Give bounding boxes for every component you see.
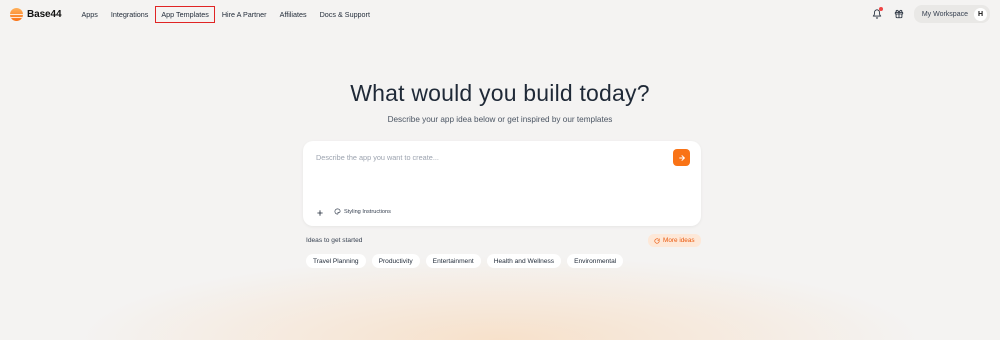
more-ideas-button[interactable]: More ideas: [648, 234, 701, 247]
page-title: What would you build today?: [350, 80, 650, 106]
arrow-right-icon: [678, 154, 685, 161]
prompt-box: Styling Instructions: [303, 141, 701, 226]
refresh-icon: [654, 237, 660, 244]
gift-icon: [894, 9, 903, 19]
chip-environmental[interactable]: Environmental: [567, 254, 624, 268]
nav-link-app-templates[interactable]: App Templates: [155, 5, 215, 23]
logo-icon: [10, 7, 23, 21]
nav-link-docs-support[interactable]: Docs & Support: [314, 6, 376, 23]
nav-link-hire-a-partner[interactable]: Hire A Partner: [216, 6, 273, 23]
palette-icon: [334, 208, 341, 215]
add-attachment-button[interactable]: [315, 208, 325, 218]
logo[interactable]: Base44: [10, 7, 62, 21]
nav-link-integrations[interactable]: Integrations: [105, 6, 155, 23]
styling-instructions-button[interactable]: Styling Instructions: [334, 208, 391, 215]
workspace-label: My Workspace: [921, 10, 968, 18]
chip-productivity[interactable]: Productivity: [371, 254, 420, 268]
notification-dot: [878, 7, 883, 11]
nav-right: My Workspace H: [870, 5, 990, 23]
background-glow: [0, 220, 1000, 340]
nav-links: Apps Integrations App Templates Hire A P…: [75, 5, 377, 23]
prompt-input[interactable]: [316, 150, 656, 164]
workspace-switcher[interactable]: My Workspace H: [913, 5, 990, 23]
avatar[interactable]: H: [974, 7, 987, 21]
send-button[interactable]: [673, 149, 690, 166]
more-ideas-label: More ideas: [663, 237, 695, 244]
nav-link-apps[interactable]: Apps: [75, 6, 103, 23]
nav-link-affiliates[interactable]: Affiliates: [274, 6, 313, 23]
styling-instructions-label: Styling Instructions: [344, 208, 391, 215]
top-nav: Base44 Apps Integrations App Templates H…: [0, 0, 1000, 28]
chip-health-and-wellness[interactable]: Health and Wellness: [486, 254, 562, 268]
gift-button[interactable]: [892, 7, 906, 21]
plus-icon: [317, 210, 323, 216]
page-subtitle: Describe your app idea below or get insp…: [387, 115, 613, 124]
notifications-button[interactable]: [870, 7, 884, 21]
idea-chips: Travel Planning Productivity Entertainme…: [306, 254, 624, 268]
chip-entertainment[interactable]: Entertainment: [425, 254, 481, 268]
ideas-label: Ideas to get started: [306, 237, 363, 244]
chip-travel-planning[interactable]: Travel Planning: [306, 254, 366, 268]
logo-text: Base44: [27, 8, 62, 20]
